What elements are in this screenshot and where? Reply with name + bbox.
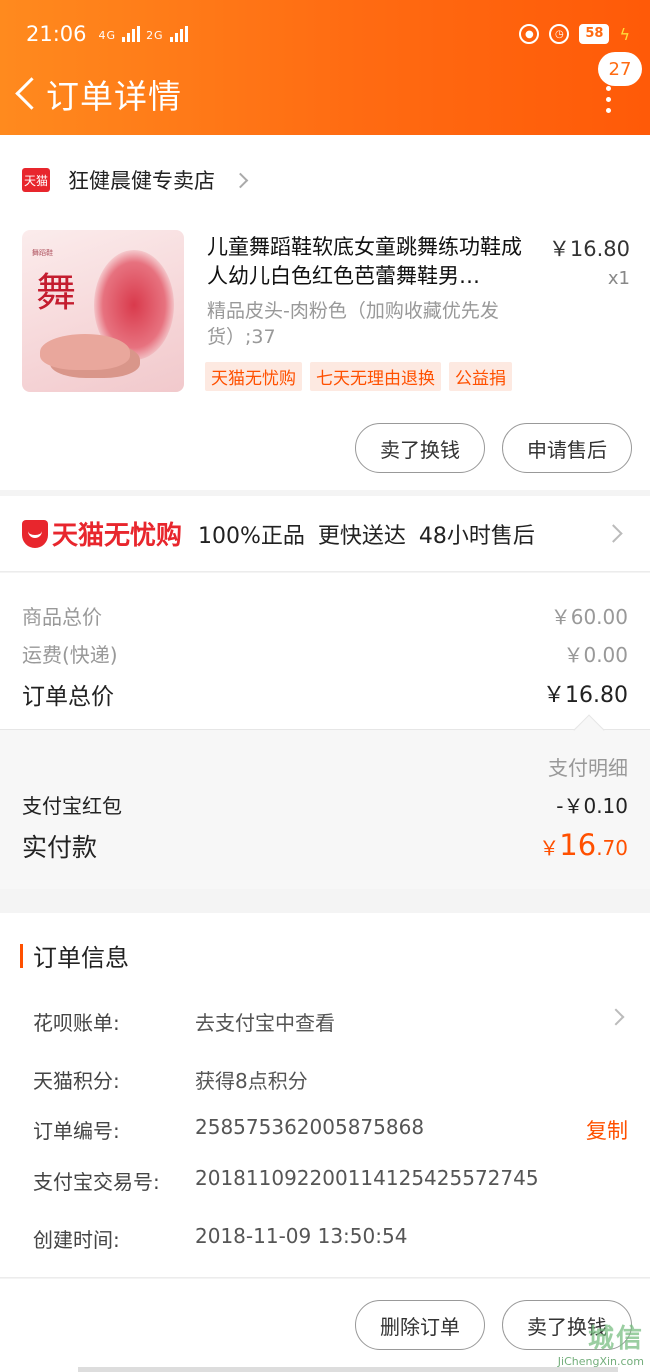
paid-row: 实付款 ￥16.70 xyxy=(22,828,628,864)
charging-icon: ϟ xyxy=(619,24,630,44)
message-count-badge[interactable]: 27 xyxy=(598,52,642,86)
service-tags: 天猫无忧购 七天无理由退换 公益捐 xyxy=(205,362,512,391)
order-number-label: 订单编号: xyxy=(33,1119,120,1143)
home-indicator xyxy=(78,1367,618,1372)
guarantee-features: 100%正品 更快送达 48小时售后 xyxy=(198,523,535,549)
chevron-right-icon xyxy=(232,172,249,188)
copy-button[interactable]: 复制 xyxy=(586,1115,628,1145)
paid-label: 实付款 xyxy=(22,833,98,862)
tmall-logo-icon: 天猫 xyxy=(22,168,50,192)
signal-bars-icon xyxy=(169,26,188,42)
nav-bar: 订单详情 xyxy=(0,66,650,122)
price-summary: 商品总价 ￥60.00 运费(快递) ￥0.00 订单总价 ￥16.80 xyxy=(0,573,650,730)
signal-2g: 2G xyxy=(146,29,164,42)
alarm-icon: ◷ xyxy=(549,24,570,44)
chevron-right-icon xyxy=(604,524,623,543)
shipping-row: 运费(快递) ￥0.00 xyxy=(22,639,628,668)
delete-order-button[interactable]: 删除订单 xyxy=(355,1300,485,1350)
huabei-value: 去支付宝中查看 xyxy=(195,1011,335,1035)
tag-worry-free: 天猫无忧购 xyxy=(205,362,302,391)
trade-number-value: 201811092200114125425572745 xyxy=(195,1166,539,1190)
status-time: 21:06 xyxy=(26,22,87,46)
shipping-label: 运费(快递) xyxy=(22,643,118,667)
shop-name: 狂健晨健专卖店 xyxy=(68,169,215,193)
order-total-row: 订单总价 ￥16.80 xyxy=(22,677,628,711)
goods-total-row: 商品总价 ￥60.00 xyxy=(22,601,628,630)
app-header: 21:06 4G 2G ● ◷ 58 ϟ 订单详情 27 xyxy=(0,0,650,135)
status-bar: 21:06 4G 2G ● ◷ 58 ϟ xyxy=(26,18,630,50)
shield-icon xyxy=(22,519,48,548)
order-item-card: 天猫 狂健晨健专卖店 舞蹈鞋 舞 儿童舞蹈鞋软底女童跳舞练功鞋成人幼儿白色红色芭… xyxy=(0,135,650,490)
watermark: 城信 JiChengXin.com xyxy=(557,1324,644,1368)
product-sku: 精品皮头-肉粉色（加购收藏优先发货）;37 xyxy=(207,300,499,348)
redpack-row: 支付宝红包 -￥0.10 xyxy=(22,790,628,819)
battery-indicator: 58 xyxy=(579,24,610,44)
shop-link[interactable]: 天猫 狂健晨健专卖店 xyxy=(22,165,249,195)
order-total-label: 订单总价 xyxy=(22,684,114,710)
payment-detail-box: 支付明细 支付宝红包 -￥0.10 实付款 ￥16.70 xyxy=(0,729,650,889)
signal-bars-icon xyxy=(122,26,141,42)
points-label: 天猫积分: xyxy=(33,1069,120,1093)
goods-total-value: ￥60.00 xyxy=(550,605,628,629)
order-total-value: ￥16.80 xyxy=(543,683,628,708)
order-number-value: 258575362005875868 xyxy=(195,1115,425,1139)
goods-total-label: 商品总价 xyxy=(22,605,102,629)
product-price: ￥16.80 xyxy=(548,237,630,261)
redpack-value: -￥0.10 xyxy=(556,794,628,818)
order-info-title: 订单信息 xyxy=(33,944,129,972)
created-time-label: 创建时间: xyxy=(33,1228,120,1252)
back-icon[interactable] xyxy=(10,76,46,112)
tag-charity: 公益捐 xyxy=(449,362,512,391)
payment-detail-label: 支付明细 xyxy=(548,756,628,780)
signal-4g: 4G xyxy=(98,29,117,42)
page-title: 订单详情 xyxy=(46,77,182,116)
product-quantity: x1 xyxy=(607,268,630,289)
tag-seven-day-return: 七天无理由退换 xyxy=(310,362,441,391)
tmall-guarantee-banner[interactable]: 天猫无忧购 100%正品 更快送达 48小时售后 xyxy=(0,496,650,572)
paid-value: ￥16.70 xyxy=(539,828,628,862)
product-thumbnail[interactable]: 舞蹈鞋 舞 xyxy=(22,230,184,392)
trade-number-label: 支付宝交易号: xyxy=(33,1170,160,1194)
chevron-right-icon xyxy=(607,1008,625,1026)
signal-indicators: 4G 2G xyxy=(99,26,188,42)
apply-after-sale-button[interactable]: 申请售后 xyxy=(502,423,632,473)
redpack-label: 支付宝红包 xyxy=(22,794,122,818)
huabei-label: 花呗账单: xyxy=(33,1011,120,1035)
lock-icon: ● xyxy=(519,24,540,44)
order-info-section: 订单信息 花呗账单: 去支付宝中查看 天猫积分: 获得8点积分 订单编号: 25… xyxy=(0,913,650,1278)
bottom-action-bar: 删除订单 卖了换钱 城信 JiChengXin.com xyxy=(0,1279,650,1372)
created-time-value: 2018-11-09 13:50:54 xyxy=(195,1224,408,1248)
product-name[interactable]: 儿童舞蹈鞋软底女童跳舞练功鞋成人幼儿白色红色芭蕾舞鞋男… xyxy=(207,233,529,291)
more-menu-icon[interactable] xyxy=(606,86,612,119)
order-info-header: 订单信息 xyxy=(20,938,129,973)
shipping-value: ￥0.00 xyxy=(563,643,628,667)
points-value: 获得8点积分 xyxy=(195,1069,308,1093)
guarantee-brand: 天猫无忧购 xyxy=(52,521,183,551)
sell-for-cash-button[interactable]: 卖了换钱 xyxy=(355,423,485,473)
